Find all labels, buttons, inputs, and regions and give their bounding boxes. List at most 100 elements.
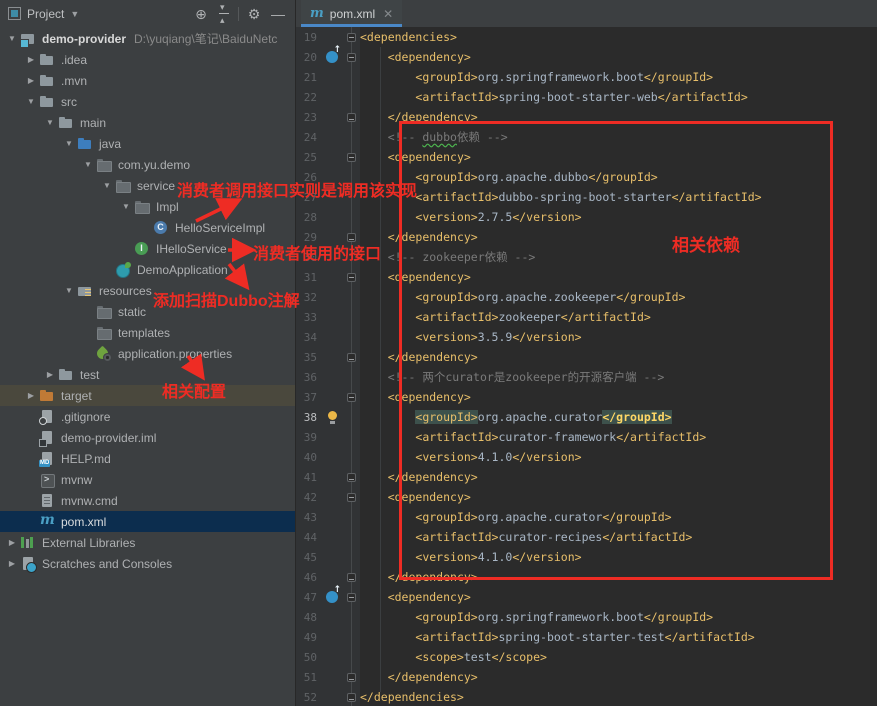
- fold-marker-icon[interactable]: [346, 232, 356, 242]
- code-text[interactable]: <version>3.5.9</version>: [360, 330, 581, 344]
- line-number[interactable]: 50: [296, 651, 322, 664]
- code-line[interactable]: 35 </dependency>: [296, 347, 877, 367]
- line-number[interactable]: 23: [296, 111, 322, 124]
- expander-icon[interactable]: ▼: [99, 181, 115, 190]
- code-line[interactable]: 33 <artifactId>zookeeper</artifactId>: [296, 307, 877, 327]
- line-number[interactable]: 42: [296, 491, 322, 504]
- code-text[interactable]: <groupId>org.springframework.boot</group…: [360, 70, 713, 84]
- line-number[interactable]: 48: [296, 611, 322, 624]
- fold-marker-icon[interactable]: [346, 472, 356, 482]
- code-text[interactable]: <groupId>org.apache.curator</groupId>: [360, 410, 672, 424]
- tree-row[interactable]: ▶ .idea: [0, 49, 295, 70]
- code-text[interactable]: <version>4.1.0</version>: [360, 550, 581, 564]
- code-text[interactable]: </dependency>: [360, 110, 478, 124]
- expander-icon[interactable]: ▶: [23, 391, 39, 400]
- code-text[interactable]: <groupId>org.springframework.boot</group…: [360, 610, 713, 624]
- tree-row[interactable]: demo-provider.iml: [0, 427, 295, 448]
- line-number[interactable]: 34: [296, 331, 322, 344]
- code-line[interactable]: 40 <version>4.1.0</version>: [296, 447, 877, 467]
- code-line[interactable]: 20 <dependency>: [296, 45, 877, 67]
- code-line[interactable]: 24 <!-- dubbo依赖 -->: [296, 127, 877, 147]
- code-line[interactable]: 26 <groupId>org.apache.dubbo</groupId>: [296, 167, 877, 187]
- maven-update-icon[interactable]: [326, 45, 341, 63]
- line-number[interactable]: 25: [296, 151, 322, 164]
- code-text[interactable]: <groupId>org.apache.dubbo</groupId>: [360, 170, 657, 184]
- code-line[interactable]: 42 <dependency>: [296, 487, 877, 507]
- locate-file-icon[interactable]: ⊕: [192, 5, 210, 23]
- line-number[interactable]: 46: [296, 571, 322, 584]
- code-line[interactable]: 38 <groupId>org.apache.curator</groupId>: [296, 407, 877, 427]
- project-view-selector[interactable]: Project ▼: [8, 7, 79, 21]
- code-text[interactable]: <dependency>: [360, 390, 471, 404]
- line-number[interactable]: 33: [296, 311, 322, 324]
- tree-row[interactable]: .gitignore: [0, 406, 295, 427]
- expander-icon[interactable]: ▼: [23, 97, 39, 106]
- code-line[interactable]: 41 </dependency>: [296, 467, 877, 487]
- line-number[interactable]: 44: [296, 531, 322, 544]
- code-text[interactable]: </dependency>: [360, 470, 478, 484]
- line-number[interactable]: 35: [296, 351, 322, 364]
- line-number[interactable]: 49: [296, 631, 322, 644]
- code-text[interactable]: </dependency>: [360, 670, 478, 684]
- code-text[interactable]: <version>4.1.0</version>: [360, 450, 581, 464]
- code-line[interactable]: 22 <artifactId>spring-boot-starter-web</…: [296, 87, 877, 107]
- tree-row[interactable]: mvnw.cmd: [0, 490, 295, 511]
- expander-icon[interactable]: ▶: [4, 538, 20, 547]
- line-number[interactable]: 38: [296, 411, 322, 424]
- line-number[interactable]: 20: [296, 51, 322, 64]
- code-text[interactable]: <scope>test</scope>: [360, 650, 547, 664]
- code-line[interactable]: 36 <!-- 两个curator是zookeeper的开源客户端 -->: [296, 367, 877, 387]
- code-text[interactable]: </dependencies>: [360, 690, 464, 704]
- code-line[interactable]: 28 <version>2.7.5</version>: [296, 207, 877, 227]
- expander-icon[interactable]: ▼: [118, 202, 134, 211]
- expander-icon[interactable]: ▼: [61, 139, 77, 148]
- expander-icon[interactable]: ▼: [42, 118, 58, 127]
- tree-row[interactable]: DemoApplication: [0, 259, 295, 280]
- code-text[interactable]: <dependency>: [360, 490, 471, 504]
- tree-row[interactable]: ▶ External Libraries: [0, 532, 295, 553]
- code-line[interactable]: 51 </dependency>: [296, 667, 877, 687]
- tree-row[interactable]: ▼ demo-provider D:\yuqiang\笔记\BaiduNetc: [0, 28, 295, 49]
- expander-icon[interactable]: ▶: [23, 76, 39, 85]
- code-text[interactable]: <dependency>: [360, 590, 471, 604]
- tree-row[interactable]: ▼ service: [0, 175, 295, 196]
- line-number[interactable]: 51: [296, 671, 322, 684]
- code-text[interactable]: <!-- 两个curator是zookeeper的开源客户端 -->: [360, 369, 665, 385]
- settings-gear-icon[interactable]: ⚙: [245, 5, 263, 23]
- code-text[interactable]: <!-- dubbo依赖 -->: [360, 129, 508, 145]
- tree-row[interactable]: mvnw: [0, 469, 295, 490]
- code-line[interactable]: 19 <dependencies>: [296, 27, 877, 47]
- line-number[interactable]: 39: [296, 431, 322, 444]
- code-line[interactable]: 29 </dependency>: [296, 227, 877, 247]
- fold-marker-icon[interactable]: [346, 352, 356, 362]
- code-line[interactable]: 52 </dependencies>: [296, 687, 877, 706]
- code-text[interactable]: <dependency>: [360, 150, 471, 164]
- fold-marker-icon[interactable]: [346, 152, 356, 162]
- line-number[interactable]: 40: [296, 451, 322, 464]
- code-line[interactable]: 45 <version>4.1.0</version>: [296, 547, 877, 567]
- tree-row[interactable]: ▼ resources: [0, 280, 295, 301]
- code-text[interactable]: <artifactId>spring-boot-starter-test</ar…: [360, 630, 754, 644]
- code-line[interactable]: 43 <groupId>org.apache.curator</groupId>: [296, 507, 877, 527]
- expander-icon[interactable]: ▼: [61, 286, 77, 295]
- line-number[interactable]: 19: [296, 31, 322, 44]
- fold-marker-icon[interactable]: [346, 492, 356, 502]
- line-number[interactable]: 31: [296, 271, 322, 284]
- code-line[interactable]: 34 <version>3.5.9</version>: [296, 327, 877, 347]
- line-number[interactable]: 52: [296, 691, 322, 704]
- code-text[interactable]: <groupId>org.apache.curator</groupId>: [360, 510, 671, 524]
- tree-row[interactable]: ▶ target: [0, 385, 295, 406]
- line-number[interactable]: 41: [296, 471, 322, 484]
- code-text[interactable]: <artifactId>zookeeper</artifactId>: [360, 310, 650, 324]
- code-line[interactable]: 46 </dependency>: [296, 567, 877, 587]
- code-line[interactable]: 49 <artifactId>spring-boot-starter-test<…: [296, 627, 877, 647]
- code-line[interactable]: 50 <scope>test</scope>: [296, 647, 877, 667]
- code-line[interactable]: 23 </dependency>: [296, 107, 877, 127]
- code-line[interactable]: 21 <groupId>org.springframework.boot</gr…: [296, 67, 877, 87]
- close-tab-icon[interactable]: ✕: [383, 7, 393, 21]
- collapse-all-icon[interactable]: [216, 2, 232, 26]
- line-number[interactable]: 26: [296, 171, 322, 184]
- fold-marker-icon[interactable]: [346, 272, 356, 282]
- tree-row[interactable]: HelloServiceImpl: [0, 217, 295, 238]
- tree-row[interactable]: ▼ src: [0, 91, 295, 112]
